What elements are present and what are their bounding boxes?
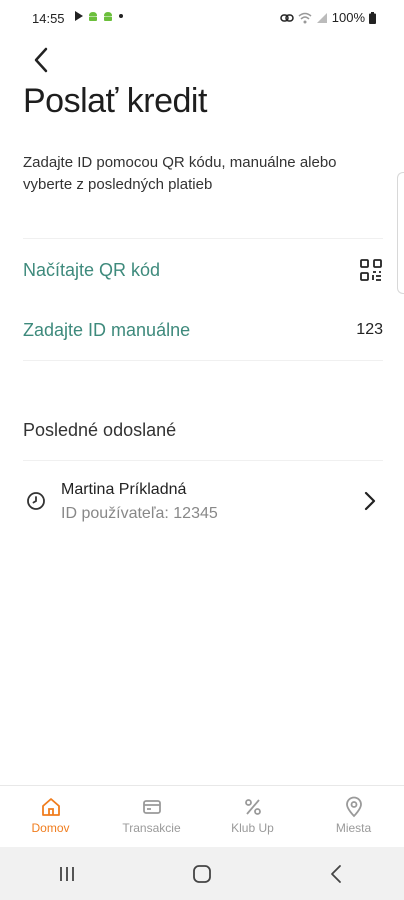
recipient-name: Martina Príkladná — [61, 481, 187, 498]
home-icon — [41, 798, 60, 816]
divider — [23, 238, 383, 239]
recent-section-title: Posledné odoslané — [23, 420, 177, 440]
recipient-user-id: ID používateľa: 12345 — [61, 505, 218, 522]
status-right: 100% — [280, 10, 376, 25]
dot-icon — [119, 14, 123, 18]
nav-item-places[interactable]: Miesta — [303, 786, 404, 848]
system-navigation-bar — [0, 847, 404, 900]
page-subtitle: Zadajte ID pomocou QR kódu, manuálne ale… — [23, 154, 337, 193]
battery-percent: 100% — [331, 10, 365, 25]
card-icon — [142, 800, 161, 814]
enter-id-manually-option[interactable]: Zadajte ID manuálne 123 — [23, 310, 383, 350]
status-time: 14:55 — [32, 11, 65, 26]
nav-label-home: Domov — [31, 821, 70, 835]
recent-apps-icon[interactable] — [55, 862, 79, 886]
battery-icon — [369, 11, 376, 24]
status-bar: 14:55 100% — [0, 0, 404, 36]
nav-item-transactions[interactable]: Transakcie — [101, 786, 202, 848]
scan-qr-option[interactable]: Načítajte QR kód — [23, 250, 383, 290]
side-panel-handle[interactable] — [397, 172, 404, 294]
play-store-icon — [75, 11, 83, 21]
numeric-input-icon: 123 — [356, 321, 383, 338]
divider — [23, 360, 383, 361]
android-icon — [89, 12, 97, 21]
android-icon — [104, 12, 112, 21]
bottom-navigation: Domov Transakcie Klub Up Miesta — [0, 785, 404, 848]
nav-item-home[interactable]: Domov — [0, 786, 101, 848]
scan-qr-label: Načítajte QR kód — [23, 259, 161, 280]
back-button[interactable] — [26, 44, 58, 76]
signal-icon — [316, 12, 327, 23]
link-icon — [280, 13, 294, 22]
home-button-icon[interactable] — [190, 862, 214, 886]
chevron-right-icon — [364, 491, 376, 511]
qr-code-icon — [360, 259, 382, 281]
recent-recipient-item[interactable]: Martina Príkladná ID používateľa: 12345 — [23, 474, 383, 530]
nav-label-places: Miesta — [335, 821, 372, 835]
wifi-icon — [298, 12, 312, 23]
location-pin-icon — [345, 796, 362, 818]
clock-icon — [27, 492, 45, 510]
nav-item-club-up[interactable]: Klub Up — [202, 786, 303, 848]
nav-label-club-up: Klub Up — [231, 821, 274, 835]
enter-id-label: Zadajte ID manuálne — [23, 319, 191, 340]
percent-icon — [244, 799, 261, 815]
divider — [23, 460, 383, 461]
back-arrow-icon — [34, 47, 48, 73]
page-title: Poslať kredit — [23, 82, 207, 120]
nav-label-transactions: Transakcie — [122, 821, 181, 835]
notification-icons — [74, 10, 125, 22]
system-back-icon[interactable] — [325, 862, 349, 886]
